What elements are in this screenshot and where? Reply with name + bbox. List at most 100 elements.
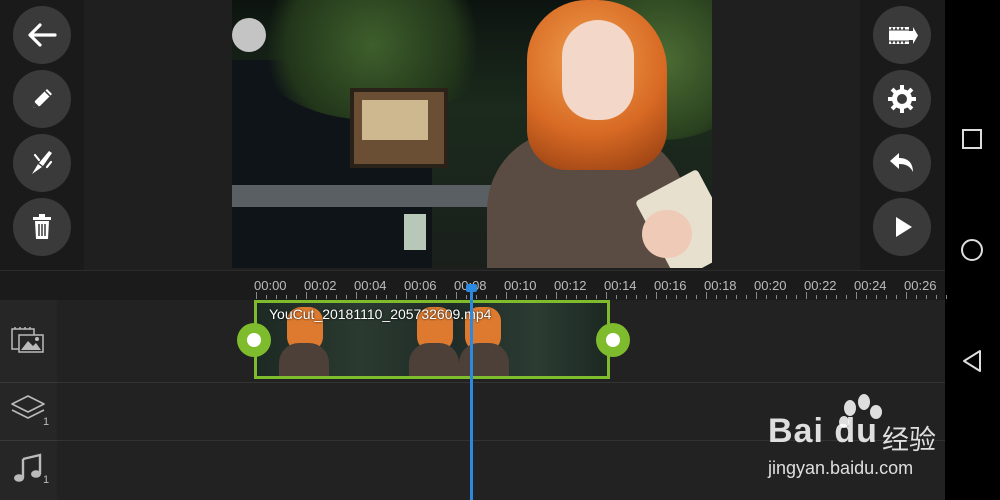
baidu-watermark: Bai du 经验 jingyan.baidu.com xyxy=(768,392,943,482)
ruler-time-label: 00:00 xyxy=(254,278,287,293)
ruler-tick xyxy=(256,292,257,299)
divider xyxy=(0,440,57,441)
ruler-tick xyxy=(586,295,587,299)
video-clip-icon xyxy=(11,327,44,353)
ruler-tick xyxy=(666,295,667,299)
video-preview[interactable] xyxy=(232,0,712,268)
ruler-tick xyxy=(426,295,427,299)
circle-icon xyxy=(961,239,983,261)
play-button[interactable] xyxy=(873,198,931,256)
ruler-tick xyxy=(926,295,927,299)
ruler-tick xyxy=(406,292,407,299)
pencil-icon xyxy=(33,89,52,108)
ruler-tick xyxy=(886,295,887,299)
gear-icon xyxy=(888,85,916,113)
system-navigation-bar xyxy=(945,0,1000,500)
ruler-tick xyxy=(916,295,917,299)
ruler-tick xyxy=(706,292,707,299)
playhead[interactable] xyxy=(470,288,473,500)
ruler-tick xyxy=(806,292,807,299)
ruler-tick xyxy=(736,295,737,299)
video-clip[interactable]: YouCut_20181110_205732609.mp4 xyxy=(254,300,610,379)
watermark-logo-cn: 经验 xyxy=(882,425,936,456)
back-nav-button[interactable] xyxy=(959,348,985,374)
ruler-tick xyxy=(816,295,817,299)
ruler-time-label: 00:04 xyxy=(354,278,387,293)
clip-trim-handle-left[interactable] xyxy=(237,323,271,357)
effects-button[interactable] xyxy=(13,134,71,192)
preview-building-band xyxy=(232,185,492,207)
ruler-tick xyxy=(796,295,797,299)
ruler-tick xyxy=(766,295,767,299)
ruler-time-label: 00:18 xyxy=(704,278,737,293)
ruler-time-label: 00:06 xyxy=(404,278,437,293)
ruler-tick xyxy=(906,292,907,299)
ruler-tick xyxy=(416,295,417,299)
ruler-tick xyxy=(526,295,527,299)
ruler-tick xyxy=(606,292,607,299)
ruler-time-label: 00:22 xyxy=(804,278,837,293)
magic-wand-icon xyxy=(32,151,53,174)
clip-trim-handle-right[interactable] xyxy=(596,323,630,357)
ruler-tick xyxy=(436,295,437,299)
ruler-tick xyxy=(476,295,477,299)
ruler-tick xyxy=(636,295,637,299)
ruler-tick xyxy=(546,295,547,299)
undo-button[interactable] xyxy=(873,134,931,192)
export-button[interactable] xyxy=(873,6,931,64)
ruler-time-label: 00:14 xyxy=(604,278,637,293)
overlay-track-icon[interactable] xyxy=(10,392,46,424)
ruler-tick xyxy=(456,292,457,299)
arrow-left-icon xyxy=(28,23,57,47)
ruler-tick xyxy=(296,295,297,299)
audio-track-icon[interactable] xyxy=(10,452,46,484)
audio-track-count: 1 xyxy=(43,474,50,486)
ruler-tick xyxy=(446,295,447,299)
ruler-tick xyxy=(566,295,567,299)
ruler-tick xyxy=(646,295,647,299)
edit-button[interactable] xyxy=(13,70,71,128)
ruler-tick xyxy=(896,295,897,299)
ruler-tick xyxy=(676,295,677,299)
square-icon xyxy=(962,129,982,149)
delete-button[interactable] xyxy=(13,198,71,256)
layers-icon xyxy=(11,395,45,419)
ruler-tick xyxy=(576,295,577,299)
ruler-time-label: 00:12 xyxy=(554,278,587,293)
ruler-tick xyxy=(786,295,787,299)
preview-hand xyxy=(642,210,692,258)
music-note-icon xyxy=(14,453,42,482)
ruler-tick xyxy=(276,295,277,299)
home-button[interactable] xyxy=(959,237,985,263)
preview-person-face xyxy=(562,20,634,120)
ruler-tick xyxy=(286,295,287,299)
back-button[interactable] xyxy=(13,6,71,64)
ruler-time-label: 00:16 xyxy=(654,278,687,293)
ruler-time-label: 00:26 xyxy=(904,278,937,293)
ruler-tick xyxy=(686,295,687,299)
recent-apps-button[interactable] xyxy=(959,126,985,152)
ruler-tick xyxy=(846,295,847,299)
ruler-tick xyxy=(386,295,387,299)
ruler-tick xyxy=(316,295,317,299)
ruler-tick xyxy=(866,295,867,299)
ruler-tick xyxy=(366,295,367,299)
ruler-tick xyxy=(936,295,937,299)
ruler-tick xyxy=(836,295,837,299)
settings-button[interactable] xyxy=(873,70,931,128)
play-icon xyxy=(896,217,912,237)
divider xyxy=(57,382,945,383)
ruler-tick xyxy=(516,295,517,299)
video-track-icon[interactable] xyxy=(10,324,46,356)
triangle-back-icon xyxy=(963,350,981,372)
film-export-icon xyxy=(889,27,918,44)
ruler-time-label: 00:24 xyxy=(854,278,887,293)
ruler-tick xyxy=(626,295,627,299)
preview-billboard-screen xyxy=(362,100,428,140)
ruler-tick xyxy=(756,292,757,299)
overlay-track-count: 1 xyxy=(43,416,50,428)
ruler-tick xyxy=(306,292,307,299)
ruler-tick xyxy=(856,292,857,299)
ruler-tick xyxy=(346,295,347,299)
ruler-tick xyxy=(496,295,497,299)
